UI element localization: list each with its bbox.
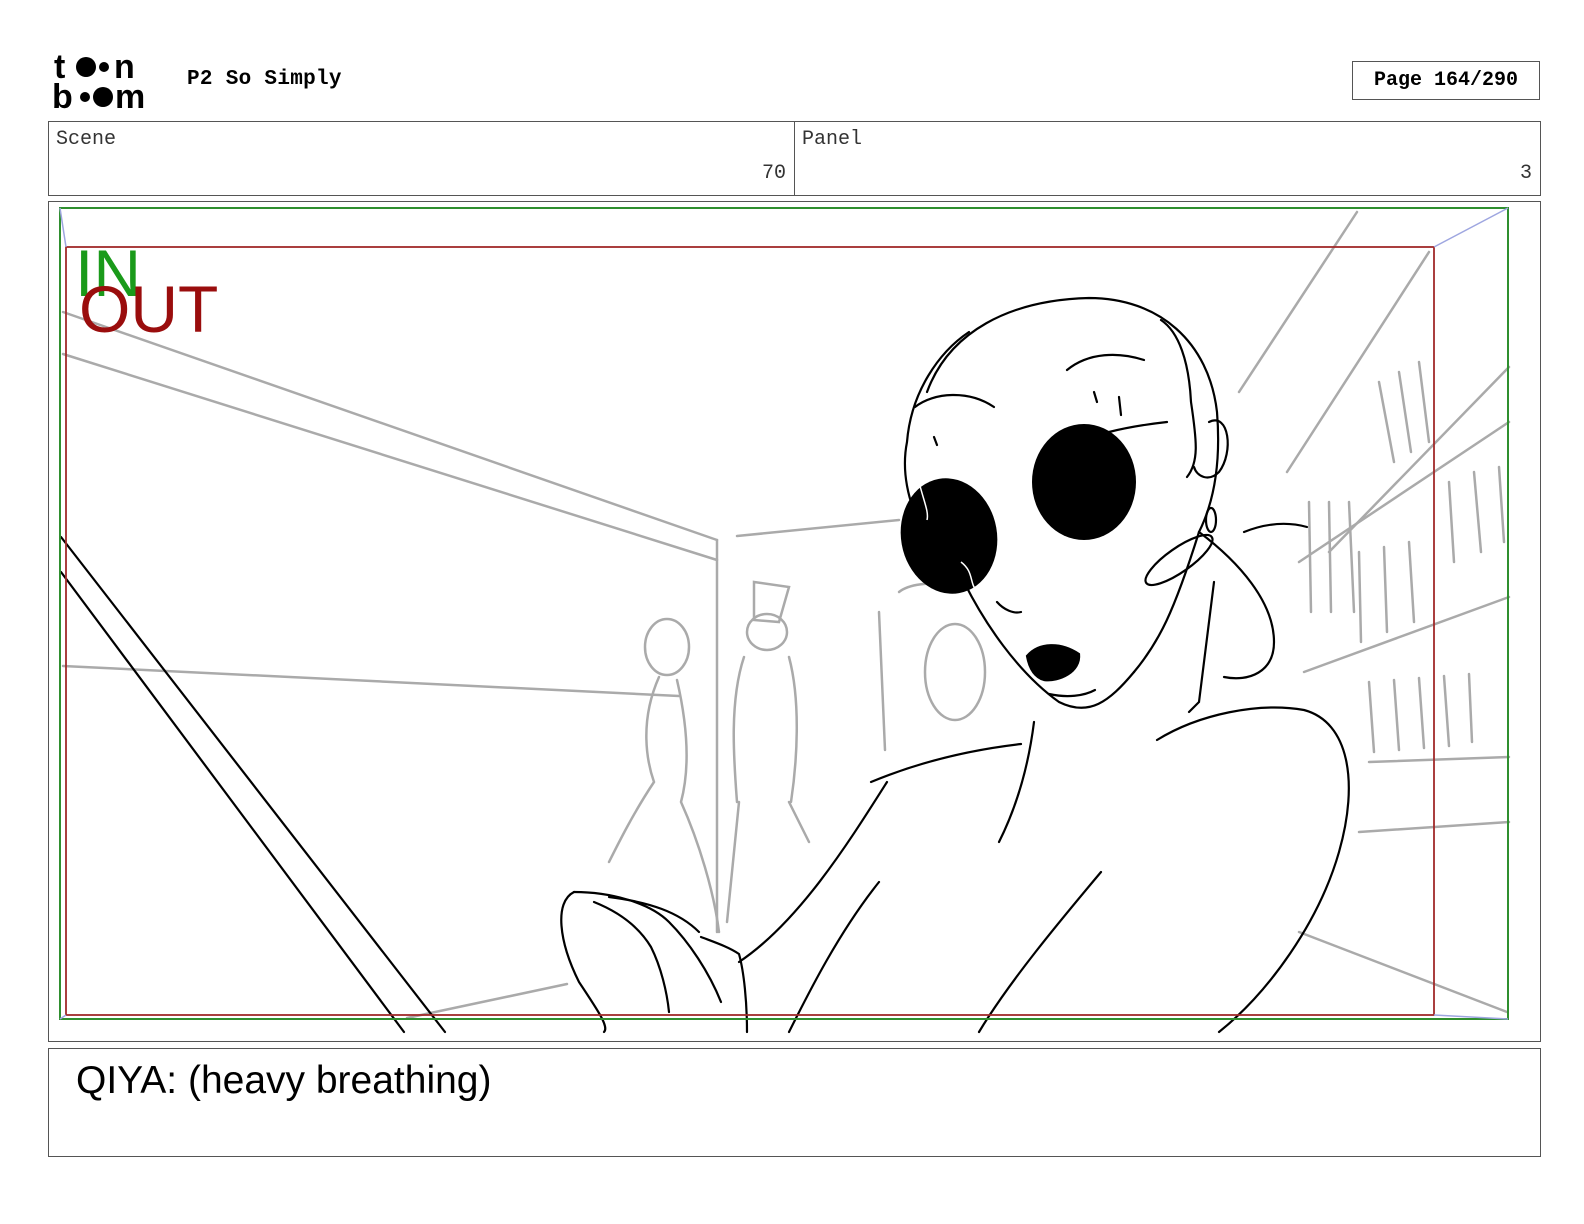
project-title: P2 So Simply [187, 68, 342, 91]
scene-label: Scene [56, 128, 117, 151]
scene-panel-row: Scene 70 Panel 3 [48, 121, 1541, 196]
scene-cell: Scene 70 [49, 122, 794, 195]
dialogue-text: QIYA: (heavy breathing) [76, 1059, 492, 1102]
page-indicator: Page 164/290 [1352, 61, 1540, 100]
character-sketch [59, 296, 1350, 1034]
frame-corner-arrows [59, 207, 1509, 1020]
panel-cell: Panel 3 [794, 122, 1540, 195]
in-frame [59, 207, 1509, 1020]
out-frame [65, 246, 1435, 1016]
toon-boom-logo: t n b m [52, 50, 145, 112]
storyboard-panel: IN OUT [48, 201, 1541, 1042]
dialogue-box: QIYA: (heavy breathing) [48, 1048, 1541, 1157]
panel-drawing: IN OUT [59, 207, 1511, 1034]
svg-text:m: m [115, 78, 145, 112]
svg-text:b: b [52, 78, 73, 112]
panel-label: Panel [802, 128, 863, 151]
out-label: OUT [79, 272, 218, 346]
sunglasses-sketch [900, 424, 1136, 594]
panel-number: 3 [1519, 162, 1532, 185]
background-sketch [61, 210, 1511, 1020]
scene-number: 70 [761, 162, 786, 185]
